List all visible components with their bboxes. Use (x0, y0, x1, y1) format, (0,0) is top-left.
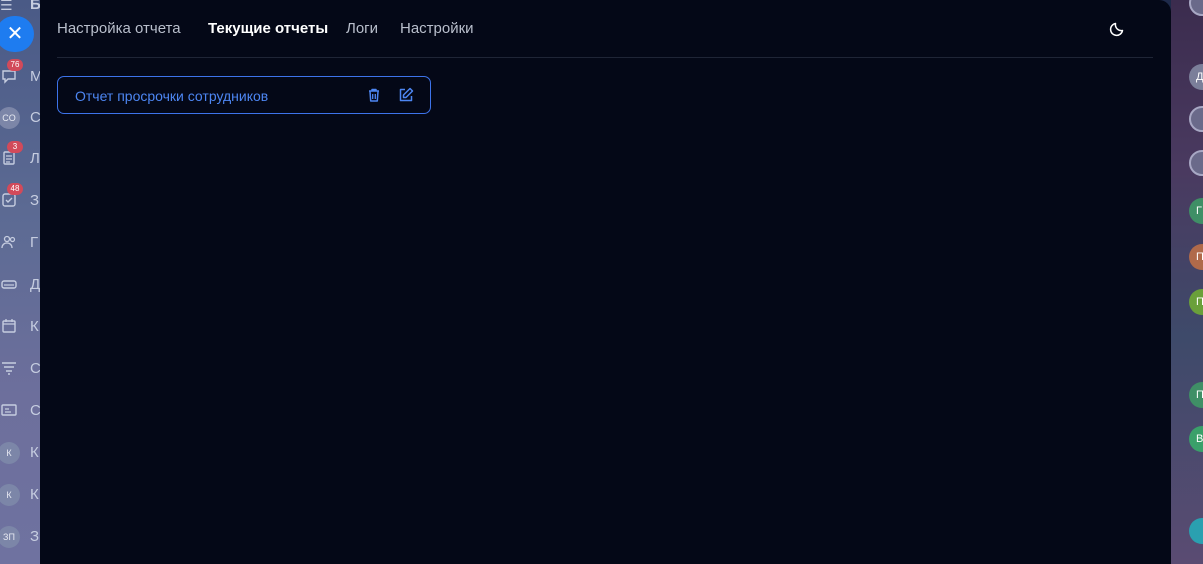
sidebar-item-label: Л (30, 150, 40, 167)
sidebar-item-label: К (30, 318, 39, 335)
avatar (1189, 0, 1203, 16)
avatar: CO (0, 107, 20, 129)
calendar-icon (0, 318, 18, 336)
sidebar-item-chat: 76 М (0, 59, 40, 92)
sidebar-item-k2: К К (0, 480, 40, 510)
chat-bubble-icon (1189, 518, 1203, 544)
avatar: П (1189, 289, 1203, 315)
tab-logs[interactable]: Логи (346, 19, 378, 39)
avatar: К (0, 442, 20, 464)
sidebar-item-label: С (30, 360, 40, 377)
sidebar-item-label: Д (30, 276, 40, 293)
sidebar-item-co: CO С (0, 103, 40, 133)
edit-report-button[interactable] (396, 85, 416, 105)
sidebar-item-label: М (30, 68, 40, 85)
avatar: Г (1189, 198, 1203, 224)
report-settings-panel: Настройка отчета Текущие отчеты Логи Нас… (40, 0, 1171, 564)
avatar: К (0, 484, 20, 506)
sidebar-item-drive: Д (0, 270, 40, 300)
sidebar-item-label: К (30, 444, 39, 461)
close-button[interactable]: ✕ (0, 16, 34, 52)
tab-current-reports[interactable]: Текущие отчеты (208, 19, 328, 39)
moon-icon (1109, 22, 1124, 37)
avatar: П (1189, 244, 1203, 270)
sidebar-item-document: 3 Л (0, 141, 40, 174)
report-card[interactable]: Отчет просрочки сотрудников (57, 76, 431, 114)
sidebar-item-groups: Г (0, 228, 40, 258)
avatar: Д (1189, 64, 1203, 90)
funnel-icon (0, 360, 18, 378)
sidebar-item-tasks: 48 З (0, 183, 40, 216)
badge: 48 (7, 183, 23, 195)
theme-toggle-button[interactable] (1108, 18, 1128, 38)
target-icon (1189, 106, 1203, 132)
tab-report-setup[interactable]: Настройка отчета (57, 19, 181, 39)
group-icon (0, 234, 18, 252)
sidebar-item-funnel: С (0, 354, 40, 384)
screen: ☰ Б 76 М CO С 3 Л 48 З Г Д К С С К К К К… (0, 0, 1203, 564)
sidebar-item-calendar: К (0, 312, 40, 342)
tab-bar: Настройка отчета Текущие отчеты Логи Нас… (57, 0, 1153, 58)
sidebar-item-label: К (30, 486, 39, 503)
edit-icon (399, 87, 414, 102)
sidebar-top-text: Б (30, 0, 40, 13)
avatar: В (1189, 426, 1203, 452)
badge: 76 (7, 59, 23, 71)
sidebar-item-label: С (30, 402, 40, 419)
close-icon: ✕ (6, 23, 24, 45)
badge: 3 (7, 141, 23, 153)
sidebar-item-label: З (30, 192, 40, 209)
avatar: ЗП (0, 526, 20, 548)
sidebar-item-card: С (0, 396, 40, 426)
sidebar-item-label: Г (30, 234, 39, 251)
background-left-sidebar: ☰ Б 76 М CO С 3 Л 48 З Г Д К С С К К К К… (0, 0, 40, 564)
sidebar-item-k1: К К (0, 438, 40, 468)
sidebar-item-label: З (30, 528, 40, 545)
background-right-sidebar: Д Г П П П В (1171, 0, 1203, 564)
sidebar-item-label: С (30, 109, 40, 126)
settings-icon (1189, 150, 1203, 176)
sidebar-item-zp: ЗП З (0, 522, 40, 552)
delete-report-button[interactable] (364, 85, 384, 105)
hamburger-icon: ☰ (0, 0, 13, 13)
report-name[interactable]: Отчет просрочки сотрудников (75, 87, 268, 105)
card-icon (0, 402, 18, 420)
trash-icon (369, 88, 379, 102)
tab-settings[interactable]: Настройки (400, 19, 474, 39)
drive-icon (0, 276, 18, 294)
avatar: П (1189, 382, 1203, 408)
